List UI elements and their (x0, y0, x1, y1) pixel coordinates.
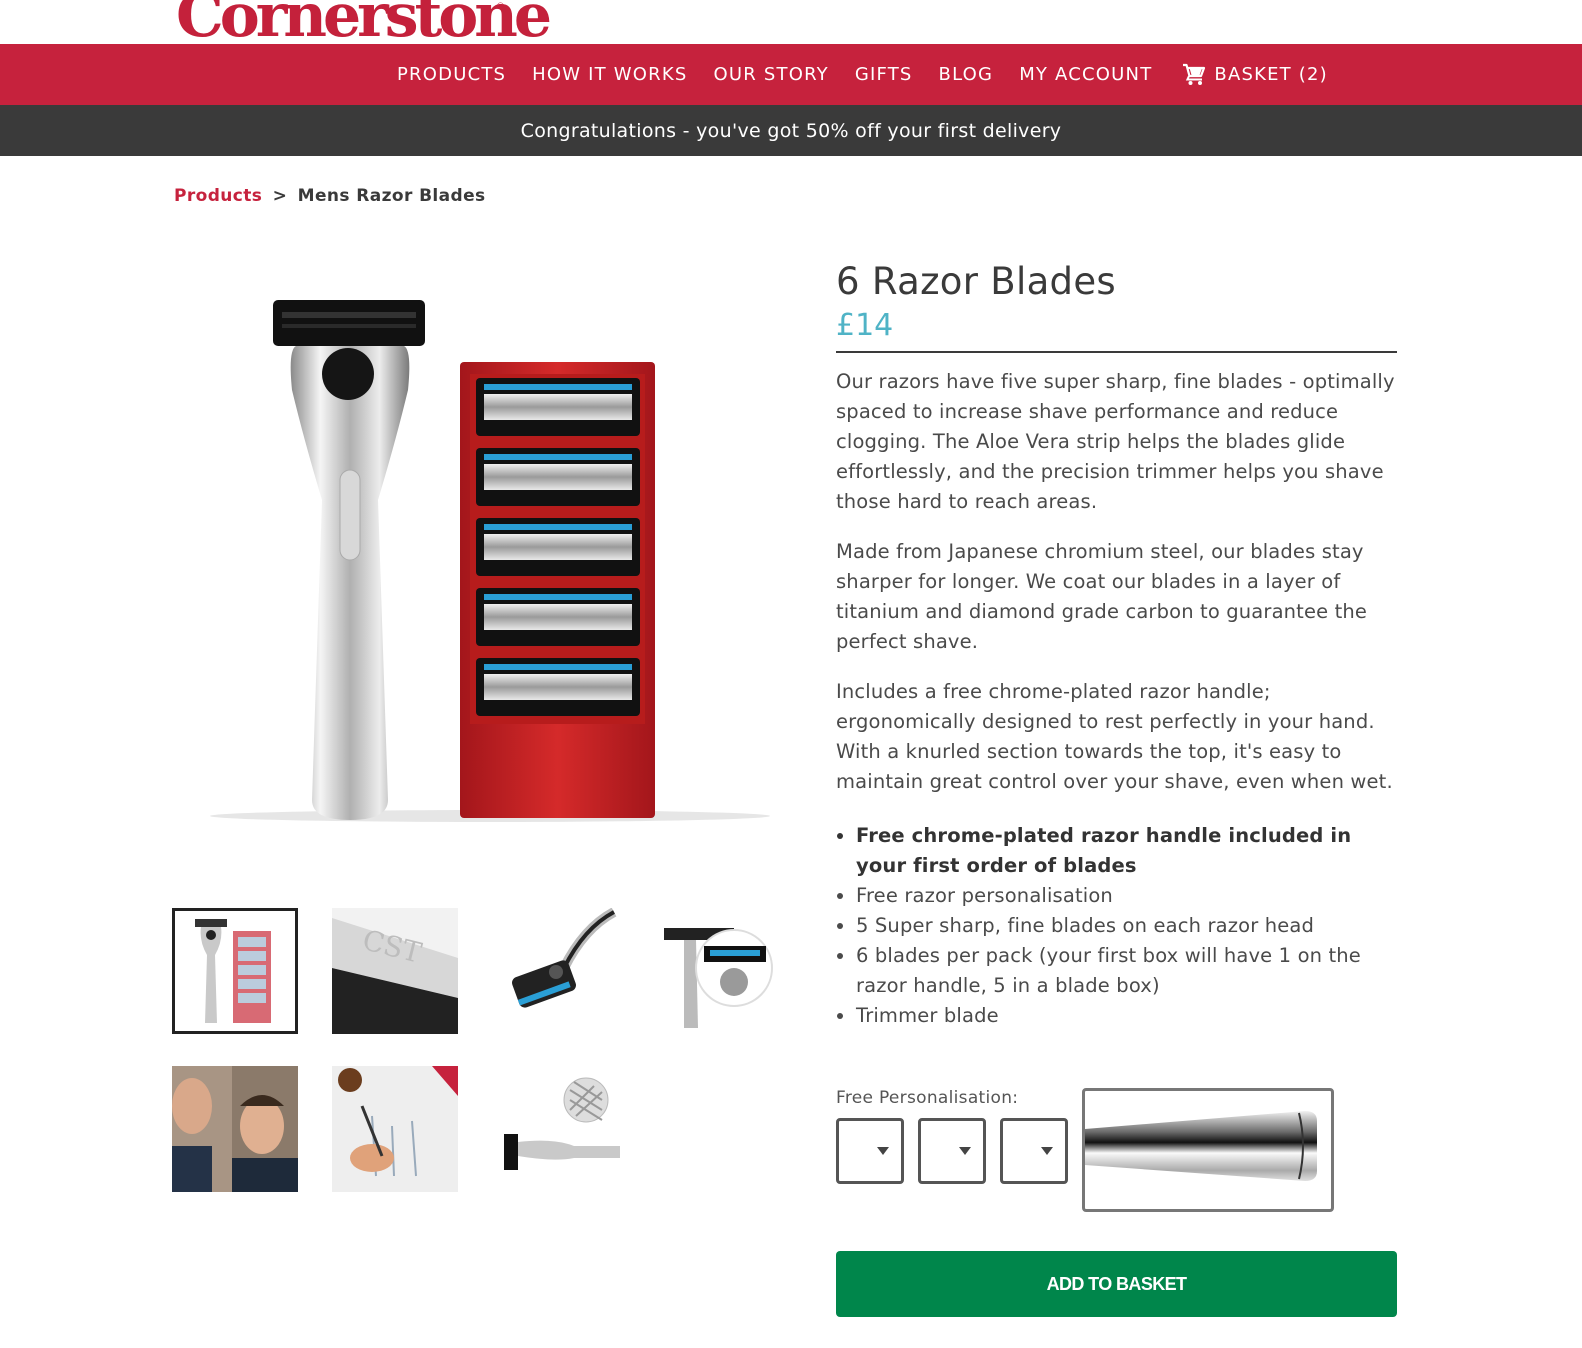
description-paragraph: Made from Japanese chromium steel, our b… (836, 540, 1368, 653)
breadcrumb-current: Mens Razor Blades (297, 186, 486, 206)
feature-item: Free razor personalisation (856, 881, 1397, 911)
nav-products[interactable]: PRODUCTS (397, 64, 506, 85)
handle-engraving-preview (1082, 1088, 1334, 1212)
feature-item: 6 blades per pack (your first box will h… (856, 941, 1397, 1001)
cornerstone-logo[interactable]: Cornerstone (176, 0, 552, 44)
description-paragraph: Our razors have five super sharp, fine b… (836, 370, 1395, 513)
chevron-down-icon (959, 1147, 971, 1155)
product-price: £14 (836, 308, 894, 343)
chevron-down-icon (1041, 1147, 1053, 1155)
breadcrumb-products-link[interactable]: Products (174, 186, 262, 206)
feature-item: Trimmer blade (856, 1001, 1397, 1031)
main-product-image (200, 280, 780, 840)
thumbnail-blade-closeup[interactable] (654, 908, 780, 1034)
product-title: 6 Razor Blades (836, 260, 1116, 303)
promo-text: Congratulations - you've got 50% off you… (520, 119, 1062, 142)
nav-gifts[interactable]: GIFTS (855, 64, 913, 85)
basket-label: BASKET (2) (1214, 64, 1328, 85)
nav-items: PRODUCTS HOW IT WORKS OUR STORY GIFTS BL… (397, 44, 1328, 105)
personalisation-label: Free Personalisation: (836, 1088, 1019, 1108)
divider (836, 351, 1397, 353)
chevron-down-icon (877, 1147, 889, 1155)
thumbnail-design-sketches[interactable] (332, 1066, 458, 1192)
product-details: 6 Razor Blades £14 Our razors have five … (836, 260, 1397, 1031)
initial-select-3[interactable] (1000, 1118, 1068, 1184)
promo-banner: Congratulations - you've got 50% off you… (0, 105, 1582, 156)
cart-icon (1183, 63, 1206, 85)
thumbnail-engraved-handle[interactable]: CST (332, 908, 458, 1034)
add-to-basket-button[interactable]: ADD TO BASKET (836, 1251, 1397, 1317)
feature-list: Free chrome-plated razor handle included… (836, 821, 1397, 1031)
registered-mark: ® (496, 2, 505, 12)
thumbnail-razor-head[interactable] (494, 908, 620, 1034)
breadcrumb-separator: > (272, 186, 288, 206)
initial-select-2[interactable] (918, 1118, 986, 1184)
nav-our-story[interactable]: OUR STORY (714, 64, 829, 85)
description-paragraph: Includes a free chrome-plated razor hand… (836, 680, 1393, 793)
thumbnail-razor-knurling[interactable] (494, 1066, 620, 1192)
initial-select-1[interactable] (836, 1118, 904, 1184)
nav-basket[interactable]: BASKET (2) (1182, 63, 1327, 87)
main-nav: PRODUCTS HOW IT WORKS OUR STORY GIFTS BL… (0, 44, 1582, 105)
feature-item: Free chrome-plated razor handle included… (856, 821, 1397, 881)
nav-blog[interactable]: BLOG (939, 64, 994, 85)
product-description: Our razors have five super sharp, fine b… (836, 367, 1397, 797)
logo-bar: Cornerstone ® (0, 0, 1582, 44)
thumbnail-razor-and-box[interactable] (172, 908, 298, 1034)
nav-how-it-works[interactable]: HOW IT WORKS (532, 64, 687, 85)
feature-item: 5 Super sharp, fine blades on each razor… (856, 911, 1397, 941)
breadcrumb: Products > Mens Razor Blades (174, 186, 486, 206)
thumbnail-man-shaving[interactable] (172, 1066, 298, 1192)
nav-my-account[interactable]: MY ACCOUNT (1019, 64, 1152, 85)
